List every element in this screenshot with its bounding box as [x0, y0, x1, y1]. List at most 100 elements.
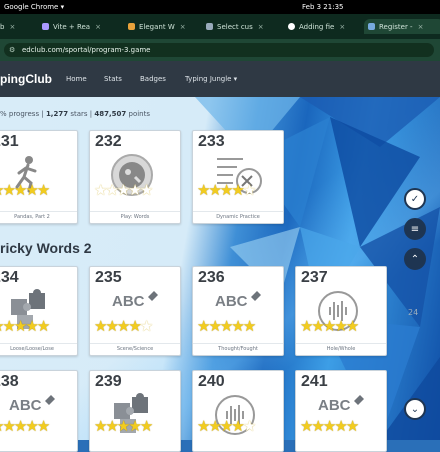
tab-label: Register - [379, 22, 413, 31]
browser-tab[interactable]: Adding fie × [288, 19, 362, 34]
rating-stars: ★★★★★ [197, 417, 257, 435]
svg-text:ABC: ABC [215, 293, 248, 310]
star-icon: ★ [208, 417, 222, 435]
lesson-card-231[interactable]: 231 ★★★★★ Pandas, Part 2 [0, 130, 78, 224]
tab-close-icon[interactable]: × [95, 23, 101, 31]
progress-stats: % progress | 1,277 stars | 487,507 point… [0, 110, 150, 118]
lesson-card-236[interactable]: 236 ABC ★★★★★ Thought/Fought [192, 266, 284, 356]
star-icon: ★ [231, 181, 245, 199]
star-icon: ★ [242, 417, 257, 435]
star-icon: ★ [300, 417, 314, 435]
tab-close-icon[interactable]: × [418, 23, 424, 31]
star-icon: ★ [345, 317, 360, 335]
star-icon: ★ [345, 417, 360, 435]
star-icon: ★ [208, 181, 222, 199]
browser-tab-active[interactable]: Register - × [364, 19, 440, 34]
nav-stats[interactable]: Stats [104, 75, 122, 83]
vite-icon [42, 23, 49, 30]
url-field[interactable]: ⚙ edclub.com/sportal/program-3.game [4, 43, 434, 57]
nav-typing-jungle[interactable]: Typing Jungle ▾ [185, 75, 237, 83]
browser-tab-strip: b × Vite + Rea × Elegant W × Select cus × Ad… [0, 14, 440, 39]
browser-tab[interactable]: Vite + Rea × [42, 19, 130, 34]
star-icon: ★ [128, 317, 142, 335]
tab-label: Vite + Rea [53, 22, 91, 31]
rating-stars: ★★★★★ [197, 181, 257, 199]
star-icon: ★ [197, 181, 211, 199]
star-icon: ★ [105, 417, 119, 435]
side-number: 24 [408, 308, 419, 317]
star-icon: ★ [116, 417, 131, 435]
points-label: points [128, 110, 151, 118]
abc-icon: ABC [213, 289, 263, 315]
lesson-caption: Loose/Loose/Lose [0, 343, 77, 352]
tab-close-icon[interactable]: × [339, 23, 345, 31]
stats-separator: | [89, 110, 93, 118]
star-icon: ★ [242, 181, 257, 199]
star-icon: ★ [139, 181, 154, 199]
star-icon: ★ [311, 417, 325, 435]
star-icon: ★ [139, 317, 154, 335]
star-icon: ★ [231, 417, 245, 435]
lesson-number: 238 [0, 373, 19, 390]
lesson-number: 234 [0, 269, 19, 286]
nav-home[interactable]: Home [66, 75, 87, 83]
tab-label: b [0, 22, 5, 31]
chevron-down-icon[interactable]: ⌄ [404, 398, 426, 420]
star-icon: ★ [94, 317, 108, 335]
star-icon: ★ [116, 181, 131, 199]
star-icon: ★ [2, 181, 16, 199]
lesson-card-235[interactable]: 235 ABC ★★★★★ Scene/Science [89, 266, 181, 356]
browser-tab[interactable]: Select cus × [206, 19, 284, 34]
star-icon: ★ [242, 317, 257, 335]
os-app-menu[interactable]: Google Chrome ▾ [4, 3, 64, 11]
stars-count: 1,277 [45, 110, 69, 118]
abc-icon: ABC [316, 393, 366, 419]
chevron-up-icon[interactable]: ⌃ [404, 248, 426, 270]
stars-label: stars [70, 110, 88, 118]
menu-icon[interactable]: ≡ [404, 218, 426, 240]
lesson-number: 232 [95, 133, 122, 150]
star-icon: ★ [25, 417, 39, 435]
os-clock: Feb 3 21:35 [302, 3, 344, 11]
star-icon: ★ [197, 417, 211, 435]
star-icon: ★ [36, 417, 51, 435]
tab-close-icon[interactable]: × [9, 23, 15, 31]
site-info-icon[interactable]: ⚙ [9, 46, 15, 54]
nav-badges[interactable]: Badges [140, 75, 166, 83]
lesson-caption: Pandas, Part 2 [0, 211, 77, 220]
stats-separator: | [41, 110, 44, 118]
rating-stars: ★★★★★ [0, 417, 51, 435]
svg-text:ABC: ABC [112, 293, 145, 310]
tab-close-icon[interactable]: × [258, 23, 264, 31]
site-nav: pingClub Home Stats Badges Typing Jungle… [0, 61, 440, 97]
star-icon: ★ [334, 417, 348, 435]
tab-close-icon[interactable]: × [180, 23, 186, 31]
lesson-number: 240 [198, 373, 225, 390]
check-circle-icon[interactable]: ✓ [404, 188, 426, 210]
tab-label: Elegant W [139, 22, 175, 31]
star-icon: ★ [197, 317, 211, 335]
abc-icon: ABC [7, 393, 57, 419]
lesson-number: 231 [0, 133, 19, 150]
points-count: 487,507 [94, 110, 127, 118]
lesson-number: 233 [198, 133, 225, 150]
star-icon: ★ [105, 181, 119, 199]
star-icon: ★ [139, 417, 154, 435]
star-icon: ★ [128, 417, 142, 435]
lesson-card-232[interactable]: 232 ★★★★★ Play: Words [89, 130, 181, 224]
browser-tab[interactable]: Elegant W × [128, 19, 203, 34]
star-icon: ★ [25, 317, 39, 335]
rating-stars: ★★★★★ [300, 317, 360, 335]
lesson-card-234[interactable]: 234 ★★★★★ Loose/Loose/Lose [0, 266, 78, 356]
url-text: edclub.com/sportal/program-3.game [22, 46, 151, 54]
section-title: ricky Words 2 [0, 240, 92, 256]
lesson-card-233[interactable]: 233 ★★★★★ Dynamic Practice [192, 130, 284, 224]
lesson-card-237[interactable]: 237 ★★★★★ Hole/Whole [295, 266, 387, 356]
star-icon: ★ [94, 417, 108, 435]
rating-stars: ★★★★★ [94, 181, 154, 199]
browser-tab[interactable]: b × [0, 19, 38, 34]
site-logo[interactable]: pingClub [0, 72, 52, 86]
star-icon: ★ [231, 317, 245, 335]
rating-stars: ★★★★★ [0, 181, 51, 199]
star-icon: ★ [36, 181, 51, 199]
